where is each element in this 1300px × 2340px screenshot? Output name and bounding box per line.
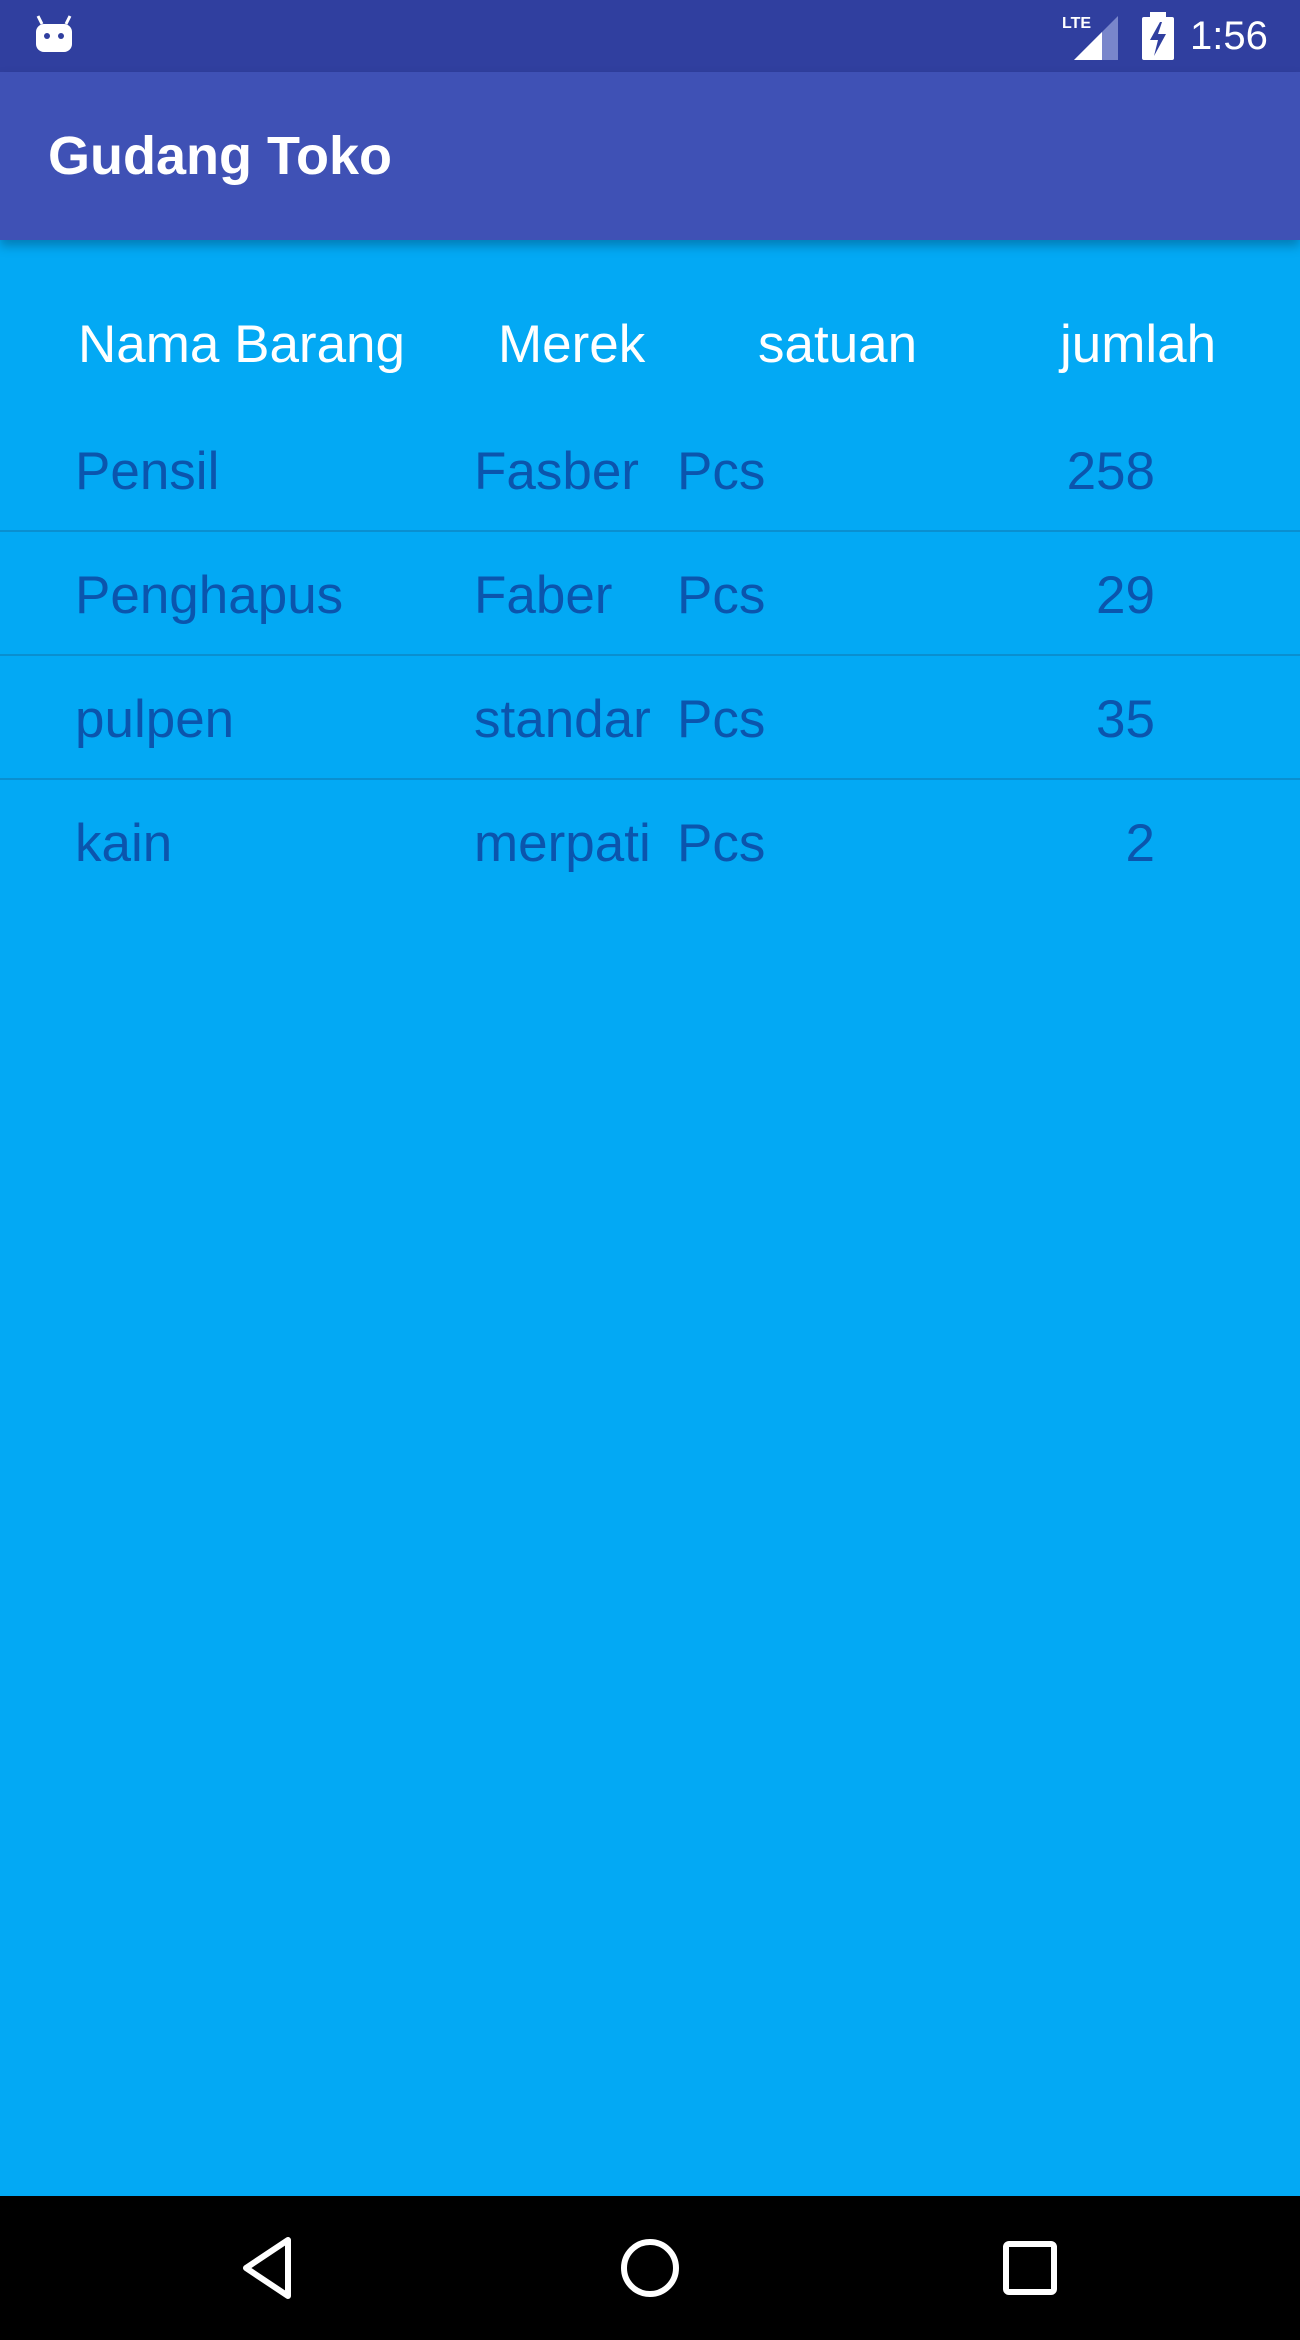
recents-icon[interactable] <box>994 2232 1066 2304</box>
lte-signal-icon: LTE <box>1062 15 1118 60</box>
table-header-row: Nama Barang Merek satuan jumlah <box>0 290 1300 400</box>
home-icon[interactable] <box>614 2232 686 2304</box>
cell-satuan: Pcs <box>677 690 766 749</box>
row-divider <box>0 778 1300 780</box>
status-bar: LTE 1:56 <box>0 0 1300 72</box>
table-row[interactable]: pulpen standar Pcs 35 <box>0 658 1300 781</box>
back-icon[interactable] <box>234 2232 306 2304</box>
cell-satuan: Pcs <box>677 814 766 873</box>
cell-jumlah: 2 <box>1125 814 1155 873</box>
cell-nama-barang: pulpen <box>75 690 235 749</box>
app-title: Gudang Toko <box>48 126 392 186</box>
cell-nama-barang: kain <box>75 814 173 873</box>
row-divider <box>0 530 1300 532</box>
cell-merek: Faber <box>474 566 613 625</box>
cell-merek: Fasber <box>474 442 639 501</box>
table-row[interactable]: kain merpati Pcs 2 <box>0 782 1300 905</box>
battery-charging-icon <box>1142 12 1174 60</box>
cell-nama-barang: Penghapus <box>75 566 344 625</box>
status-clock: 1:56 <box>1190 14 1268 58</box>
header-nama-barang: Nama Barang <box>78 315 406 374</box>
app-bar: Gudang Toko <box>0 72 1300 240</box>
cell-satuan: Pcs <box>677 566 766 625</box>
cell-jumlah: 258 <box>1066 442 1155 501</box>
cell-nama-barang: Pensil <box>75 442 220 501</box>
header-merek: Merek <box>498 315 646 374</box>
header-jumlah: jumlah <box>1060 315 1217 374</box>
cell-satuan: Pcs <box>677 442 766 501</box>
row-divider <box>0 654 1300 656</box>
cell-jumlah: 29 <box>1096 566 1155 625</box>
inventory-table: Nama Barang Merek satuan jumlah Pensil F… <box>0 240 1300 2196</box>
cell-merek: merpati <box>474 814 651 873</box>
table-row[interactable]: Pensil Fasber Pcs 258 <box>0 410 1300 533</box>
cell-jumlah: 35 <box>1096 690 1155 749</box>
android-notification-icon <box>36 15 72 52</box>
table-row[interactable]: Penghapus Faber Pcs 29 <box>0 534 1300 657</box>
cell-merek: standar <box>474 690 651 749</box>
svg-text:LTE: LTE <box>1062 15 1091 32</box>
navigation-bar <box>0 2196 1300 2340</box>
header-satuan: satuan <box>758 315 918 374</box>
